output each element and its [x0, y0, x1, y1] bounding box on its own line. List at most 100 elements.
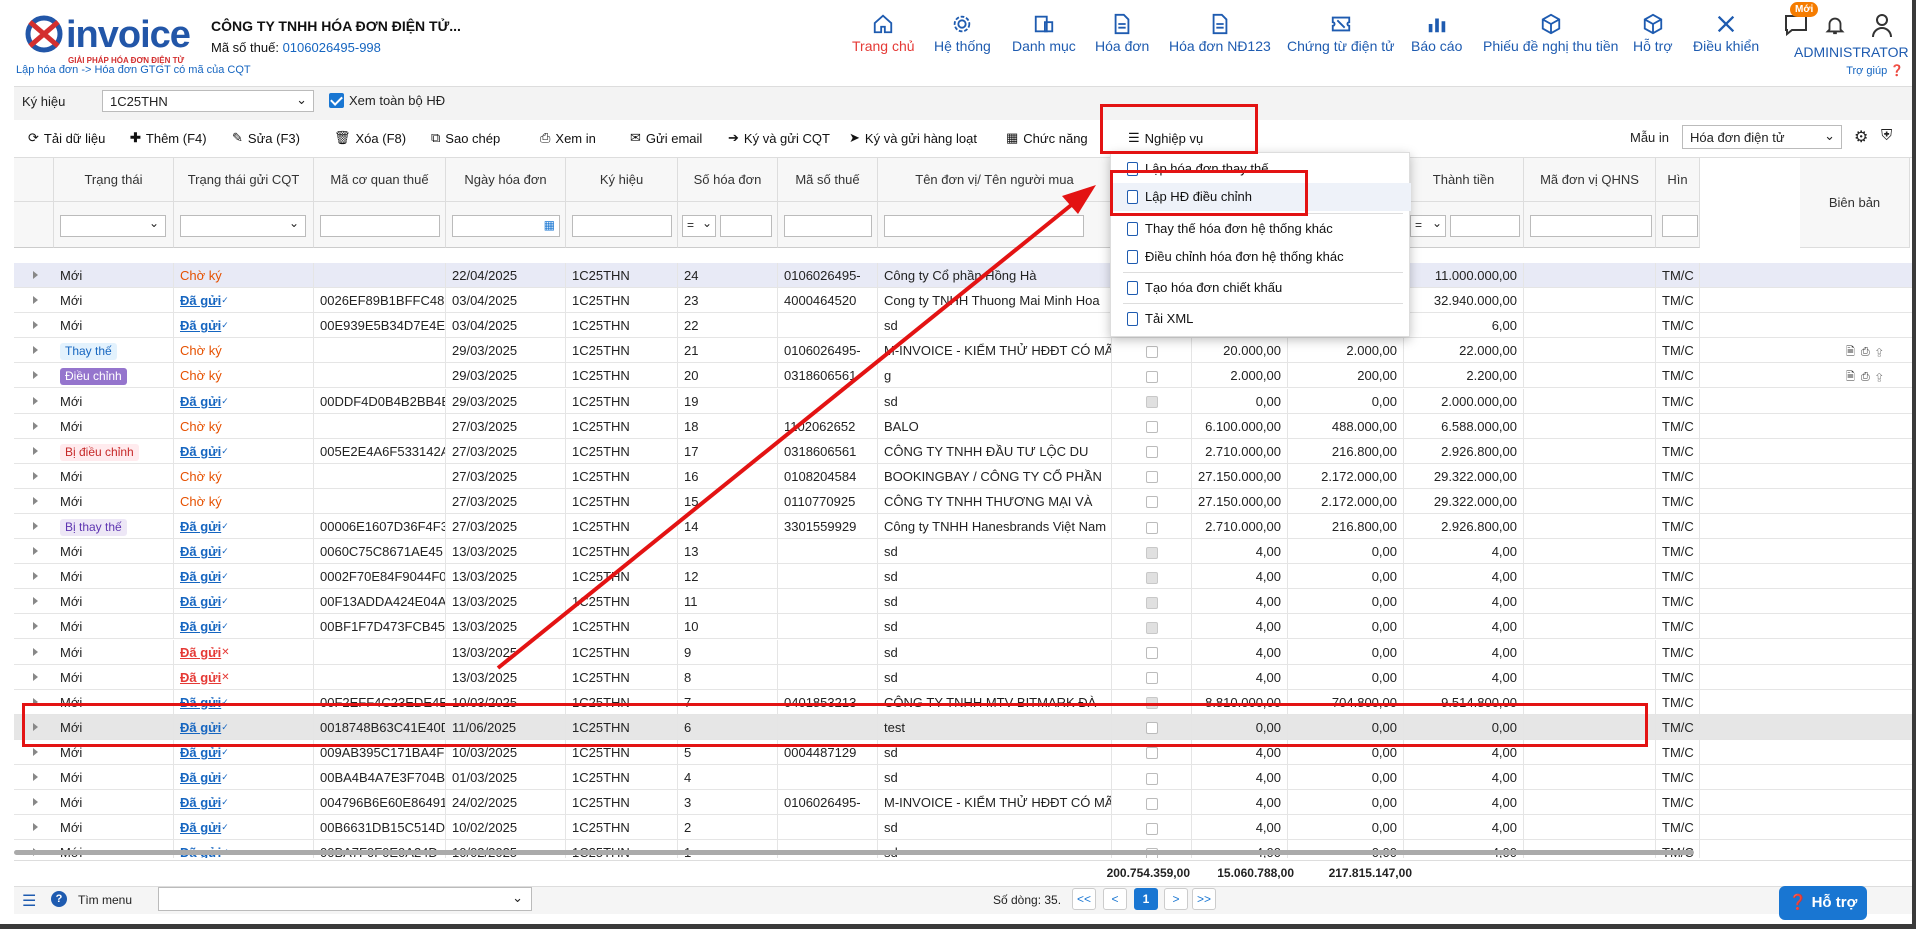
filter-select[interactable]: ⌄ — [60, 215, 166, 237]
print-icon[interactable]: ⎙ — [1861, 371, 1876, 383]
filter-operator-select[interactable]: =⌄ — [1410, 215, 1446, 237]
row-checkbox[interactable] — [1145, 672, 1158, 685]
row-checkbox[interactable] — [1145, 396, 1158, 409]
table-row[interactable]: Mới Đã gửi✓ 0002F70E84F9044F0 13/03/2025 1C2… — [14, 564, 1912, 590]
cqt-status-link[interactable]: Đã gửi — [180, 619, 221, 634]
nav-payment-request[interactable]: Phiếu đề nghị thu tiền — [1483, 10, 1618, 66]
cqt-status-link[interactable]: Đã gửi — [180, 394, 221, 409]
column-header[interactable]: Mã đơn vị QHNS — [1524, 158, 1656, 202]
expand-row-icon[interactable] — [33, 773, 38, 781]
menu-item-adjust-other-system[interactable]: Điều chỉnh hóa đơn hệ thống khác — [1111, 243, 1411, 271]
menu-item-discount-invoice[interactable]: Tạo hóa đơn chiết khấu — [1111, 274, 1411, 302]
file-icon[interactable]: 🗎 — [1846, 371, 1861, 383]
row-checkbox[interactable] — [1145, 747, 1158, 760]
table-row[interactable]: Mới Đã gửi✓ 00F13ADDA424E04A 13/03/2025 1C25… — [14, 589, 1912, 615]
preview-button[interactable]: ⎙ Xem in — [540, 130, 596, 146]
bell-icon[interactable] — [1824, 14, 1846, 39]
cqt-status-link[interactable]: Đã gửi — [180, 444, 221, 459]
table-row[interactable]: Mới Chờ ký 22/04/2025 1C25THN 24 0106026495- C… — [14, 263, 1912, 288]
delete-button[interactable]: 🗑 Xóa (F8) — [334, 130, 406, 146]
column-header[interactable]: Thành tiền — [1404, 158, 1524, 202]
filter-operator-select[interactable]: =⌄ — [682, 215, 716, 237]
upload-icon[interactable]: ⇪ — [1876, 371, 1889, 383]
table-row[interactable]: Mới Chờ ký 27/03/2025 1C25THN 18 1102062652 BA… — [14, 413, 1912, 439]
expand-row-icon[interactable] — [33, 622, 38, 631]
table-row[interactable]: Mới Chờ ký 27/03/2025 1C25THN 15 0110770925 CÔ… — [14, 488, 1912, 514]
print-icon[interactable]: ⎙ — [1861, 346, 1876, 358]
expand-row-icon[interactable] — [33, 522, 38, 530]
expand-row-icon[interactable] — [33, 547, 38, 556]
edit-button[interactable]: ✎ Sửa (F3) — [232, 130, 300, 146]
row-checkbox[interactable] — [1145, 446, 1158, 459]
cqt-status-link[interactable]: Đã gửi — [180, 670, 221, 685]
date-filter-input[interactable]: ▦ — [452, 215, 560, 237]
cqt-status-link[interactable]: Đã gửi — [180, 318, 221, 333]
row-checkbox[interactable] — [1145, 370, 1158, 383]
cqt-status-link[interactable]: Đã gửi — [180, 820, 221, 835]
expand-row-icon[interactable] — [33, 647, 38, 656]
filter-input[interactable] — [1450, 215, 1520, 237]
send-email-button[interactable]: ✉ Gửi email — [630, 130, 702, 146]
row-checkbox[interactable] — [1145, 822, 1158, 835]
filter-input[interactable] — [1530, 215, 1652, 237]
expand-row-icon[interactable] — [33, 496, 38, 505]
admin-user[interactable]: ADMINISTRATOR — [1794, 44, 1909, 60]
expand-row-icon[interactable] — [33, 371, 38, 380]
column-header[interactable]: Trạng thái — [54, 158, 174, 202]
last-page-button[interactable]: >> — [1192, 888, 1216, 910]
next-page-button[interactable]: > — [1164, 888, 1188, 910]
filter-select[interactable]: ⌄ — [180, 215, 306, 237]
column-header[interactable]: Số hóa đơn — [678, 158, 778, 202]
filter-input[interactable] — [784, 215, 872, 237]
filter-input[interactable] — [720, 215, 772, 237]
cqt-status-link[interactable]: Đã gửi — [180, 594, 221, 609]
table-row[interactable]: Mới Đã gửi✕ 13/03/2025 1C25THN 9 sd 4,00 0,00 4,… — [14, 639, 1912, 665]
menu-item-replace-other-system[interactable]: Thay thế hóa đơn hệ thống khác — [1111, 215, 1411, 243]
view-all-checkbox[interactable] — [329, 93, 344, 108]
first-page-button[interactable]: << — [1072, 888, 1096, 910]
column-header[interactable]: Ký hiệu — [566, 158, 678, 202]
cqt-status-link[interactable]: Đã gửi — [180, 293, 221, 308]
functions-button[interactable]: ▦ Chức năng — [1006, 130, 1088, 146]
table-row[interactable]: Mới Đã gửi✕ 13/03/2025 1C25THN 8 sd 4,00 0,00 4,… — [14, 664, 1912, 690]
cqt-status-link[interactable]: Đã gửi — [180, 544, 221, 559]
filter-input[interactable] — [884, 215, 1084, 237]
logo[interactable]: invoice GIẢI PHÁP HÓA ĐƠN ĐIỆN TỬ — [22, 12, 192, 65]
menu-list-icon[interactable]: ☰ — [22, 891, 36, 911]
expand-row-icon[interactable] — [33, 672, 38, 681]
table-row[interactable]: Mới Đã gửi✓ 00BA4B4A7E3F704B 01/03/2025 1C25… — [14, 765, 1912, 790]
breadcrumb[interactable]: Lập hóa đơn -> Hóa đơn GTGT có mã của CQ… — [16, 64, 251, 76]
help-link[interactable]: Trợ giúp ❓ — [1846, 64, 1904, 77]
sign-send-batch-button[interactable]: ➤ Ký và gửi hàng loạt — [849, 130, 977, 146]
expand-row-icon[interactable] — [33, 597, 38, 606]
sign-send-cqt-button[interactable]: ➔ Ký và gửi CQT — [728, 130, 830, 146]
row-checkbox[interactable] — [1145, 521, 1158, 534]
table-row[interactable]: Mới Đã gửi✓ 00B6631DB15C514D 10/02/2025 1C25… — [14, 815, 1912, 841]
support-button[interactable]: ❓ Hỗ trợ — [1779, 886, 1867, 920]
column-header[interactable]: Tên đơn vị/ Tên người mua — [878, 158, 1112, 202]
reload-button[interactable]: ⟳ Tải dữ liệu — [28, 130, 105, 146]
table-row[interactable]: Mới Đã gửi✓ 00E939E5B34D7E4E 03/04/2025 1C25… — [14, 313, 1912, 339]
nav-reports[interactable]: Báo cáo — [1411, 10, 1462, 66]
table-row[interactable]: Mới Đã gửi✓ 0026EF89B1BFFC48 03/04/2025 1C25… — [14, 288, 1912, 314]
filter-input[interactable] — [572, 215, 672, 237]
table-row[interactable]: Mới Đã gửi✓ 00DDF4D0B4B2BB4E 29/03/2025 1C25… — [14, 388, 1912, 414]
cqt-status-link[interactable]: Đã gửi — [180, 569, 221, 584]
expand-row-icon[interactable] — [33, 421, 38, 430]
user-icon[interactable] — [1870, 12, 1894, 41]
expand-row-icon[interactable] — [33, 296, 38, 305]
row-checkbox[interactable] — [1145, 647, 1158, 660]
current-page-button[interactable]: 1 — [1134, 888, 1158, 910]
chat-icon[interactable] — [1784, 14, 1808, 39]
cqt-status-link[interactable]: Đã gửi — [180, 645, 221, 660]
table-row[interactable]: Mới Đã gửi✓ 004796B6E60E86491 24/02/2025 1C2… — [14, 790, 1912, 816]
shield-icon[interactable]: ⛨ — [1881, 127, 1892, 144]
expand-row-icon[interactable] — [33, 471, 38, 480]
kyhieu-select[interactable]: 1C25THN ⌄ — [102, 90, 314, 112]
question-icon[interactable]: ? — [51, 891, 67, 907]
nav-invoice[interactable]: Hóa đơn — [1095, 10, 1149, 66]
expand-row-icon[interactable] — [33, 798, 38, 807]
row-checkbox[interactable] — [1145, 421, 1158, 434]
add-button[interactable]: ✚ Thêm (F4) — [130, 130, 207, 146]
expand-row-icon[interactable] — [33, 271, 38, 279]
